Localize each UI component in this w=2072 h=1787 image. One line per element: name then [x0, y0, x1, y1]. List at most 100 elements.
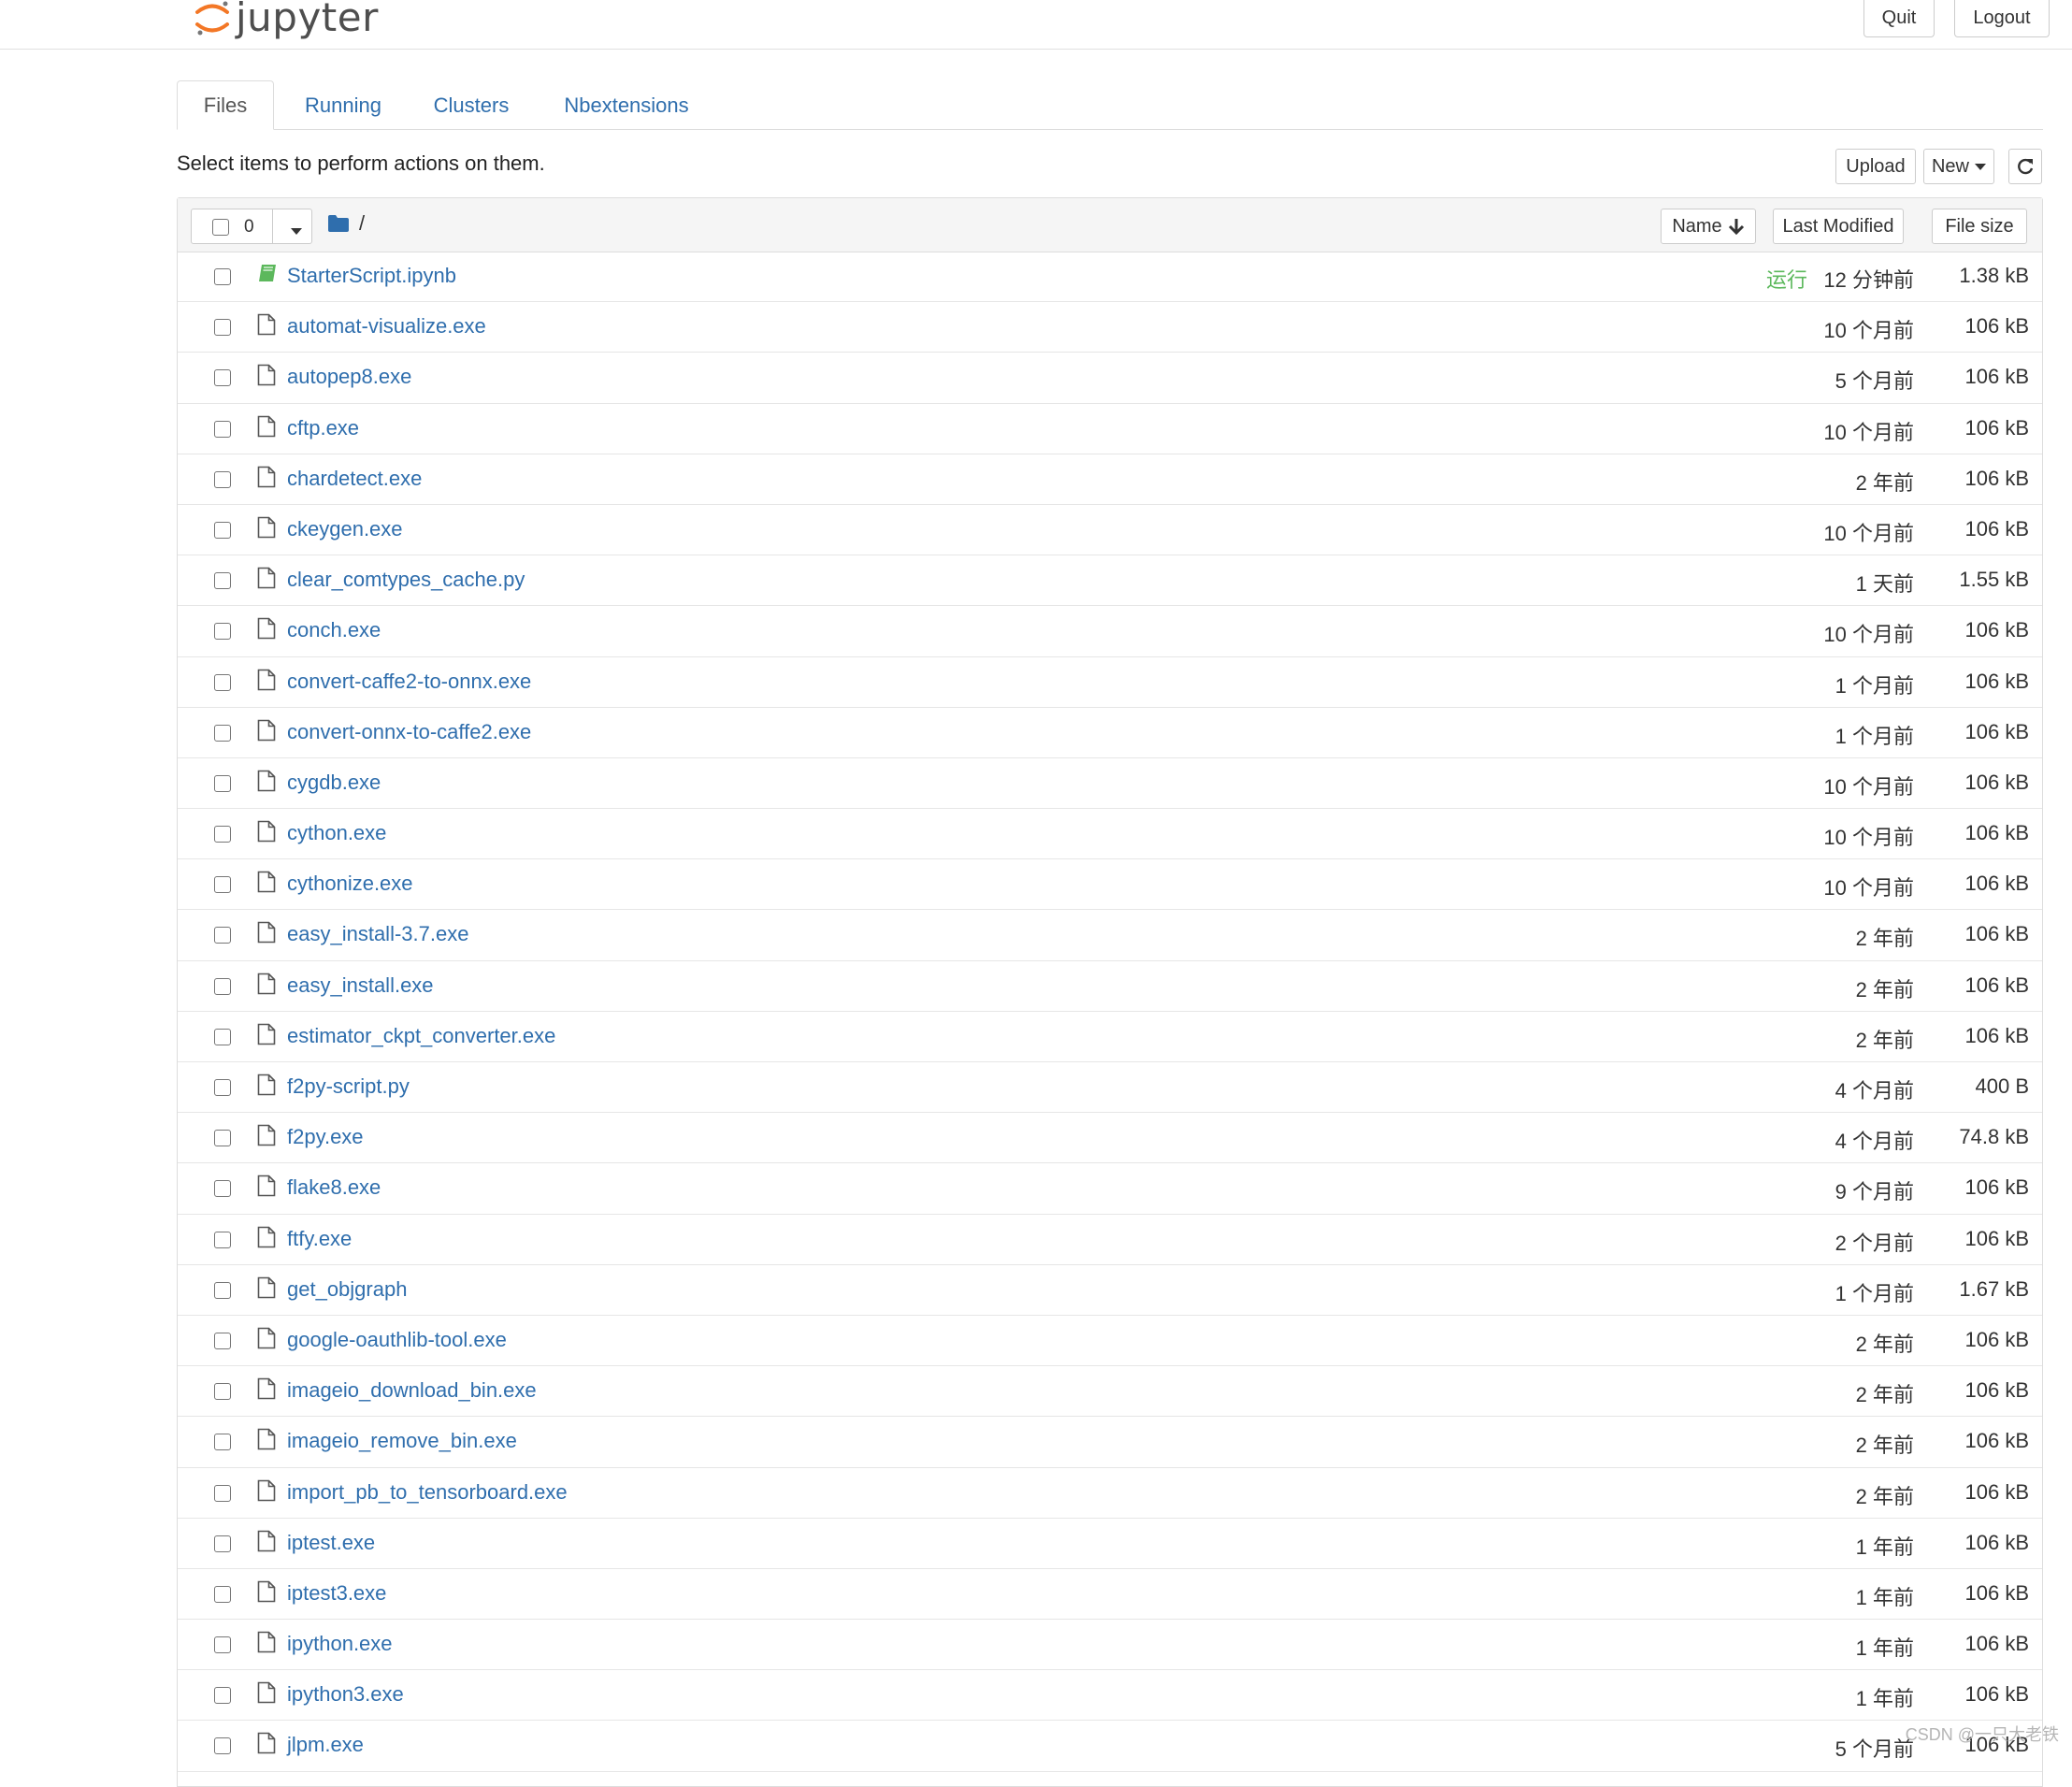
row-checkbox[interactable] [214, 1535, 231, 1552]
row-checkbox[interactable] [214, 1636, 231, 1654]
file-name-link[interactable]: ipython.exe [287, 1632, 393, 1656]
list-item[interactable]: cygdb.exe 10 个月前 106 kB [178, 758, 2042, 810]
file-name-link[interactable]: estimator_ckpt_converter.exe [287, 1024, 555, 1048]
tab-nbextensions[interactable]: Nbextensions [545, 80, 708, 130]
select-menu-toggle[interactable] [285, 223, 302, 239]
file-name-link[interactable]: get_objgraph [287, 1277, 407, 1302]
file-name-link[interactable]: jlpm.exe [287, 1733, 364, 1757]
file-name-link[interactable]: imageio_download_bin.exe [287, 1378, 537, 1403]
new-dropdown-button[interactable]: New [1923, 149, 1994, 184]
list-item[interactable]: estimator_ckpt_converter.exe 2 年前 106 kB [178, 1012, 2042, 1062]
row-checkbox[interactable] [214, 1687, 231, 1705]
row-checkbox[interactable] [214, 1130, 231, 1147]
list-item[interactable]: ipython3.exe 1 年前 106 kB [178, 1670, 2042, 1722]
list-item[interactable]: imageio_download_bin.exe 2 年前 106 kB [178, 1366, 2042, 1418]
logout-button[interactable]: Logout [1954, 0, 2050, 37]
list-item[interactable]: autopep8.exe 5 个月前 106 kB [178, 353, 2042, 404]
row-checkbox[interactable] [214, 470, 231, 488]
list-item[interactable]: cython.exe 10 个月前 106 kB [178, 809, 2042, 860]
list-item[interactable]: imageio_remove_bin.exe 2 年前 106 kB [178, 1417, 2042, 1468]
file-name-link[interactable]: convert-onnx-to-caffe2.exe [287, 720, 531, 744]
file-name-link[interactable]: flake8.exe [287, 1175, 381, 1200]
row-checkbox[interactable] [214, 1434, 231, 1451]
quit-button[interactable]: Quit [1863, 0, 1935, 37]
list-item[interactable]: ckeygen.exe 10 个月前 106 kB [178, 505, 2042, 556]
row-checkbox[interactable] [214, 673, 231, 691]
list-item[interactable]: ftfy.exe 2 个月前 106 kB [178, 1215, 2042, 1265]
row-checkbox[interactable] [214, 826, 231, 843]
file-name-link[interactable]: cftp.exe [287, 416, 359, 440]
list-item[interactable]: iptest.exe 1 年前 106 kB [178, 1519, 2042, 1569]
row-checkbox[interactable] [214, 774, 231, 792]
row-checkbox[interactable] [214, 1028, 231, 1045]
row-checkbox[interactable] [214, 1737, 231, 1755]
row-checkbox[interactable] [214, 927, 231, 944]
file-name-link[interactable]: cythonize.exe [287, 872, 413, 896]
jupyter-logo[interactable]: jupyter [194, 0, 379, 45]
tab-files[interactable]: Files [177, 80, 274, 130]
sort-by-modified-button[interactable]: Last Modified [1773, 209, 1904, 244]
file-name-link[interactable]: easy_install.exe [287, 973, 434, 998]
file-name-link[interactable]: clear_comtypes_cache.py [287, 568, 525, 592]
select-all-checkbox[interactable] [212, 219, 229, 236]
tab-clusters[interactable]: Clusters [412, 80, 530, 130]
row-checkbox[interactable] [214, 369, 231, 387]
row-checkbox[interactable] [214, 1484, 231, 1502]
list-item[interactable]: f2py-script.py 4 个月前 400 B [178, 1062, 2042, 1114]
list-item[interactable]: get_objgraph 1 个月前 1.67 kB [178, 1265, 2042, 1316]
row-checkbox[interactable] [214, 1079, 231, 1096]
file-name-link[interactable]: StarterScript.ipynb [287, 264, 456, 288]
list-item[interactable]: easy_install.exe 2 年前 106 kB [178, 961, 2042, 1012]
list-item[interactable]: ipython.exe 1 年前 106 kB [178, 1620, 2042, 1671]
file-name-link[interactable]: import_pb_to_tensorboard.exe [287, 1480, 568, 1505]
file-name-link[interactable]: automat-visualize.exe [287, 314, 486, 339]
file-name-link[interactable]: cython.exe [287, 821, 386, 845]
list-item[interactable]: cythonize.exe 10 个月前 106 kB [178, 859, 2042, 911]
row-checkbox[interactable] [214, 623, 231, 641]
list-item[interactable]: google-oauthlib-tool.exe 2 年前 106 kB [178, 1316, 2042, 1367]
file-name-link[interactable]: convert-caffe2-to-onnx.exe [287, 670, 531, 694]
row-checkbox[interactable] [214, 724, 231, 742]
file-name-link[interactable]: easy_install-3.7.exe [287, 922, 468, 946]
row-checkbox[interactable] [214, 268, 231, 285]
row-checkbox[interactable] [214, 876, 231, 894]
list-item[interactable]: f2py.exe 4 个月前 74.8 kB [178, 1113, 2042, 1164]
list-item[interactable]: convert-caffe2-to-onnx.exe 1 个月前 106 kB [178, 657, 2042, 708]
sort-by-size-button[interactable]: File size [1932, 209, 2027, 244]
row-checkbox[interactable] [214, 521, 231, 539]
upload-button[interactable]: Upload [1835, 149, 1916, 184]
file-name-link[interactable]: autopep8.exe [287, 365, 411, 389]
list-item[interactable]: import_pb_to_tensorboard.exe 2 年前 106 kB [178, 1468, 2042, 1519]
select-all-control[interactable]: 0 [191, 209, 312, 244]
row-checkbox[interactable] [214, 420, 231, 438]
file-name-link[interactable]: iptest.exe [287, 1531, 375, 1555]
list-item[interactable]: cftp.exe 10 个月前 106 kB [178, 404, 2042, 454]
file-name-link[interactable]: ckeygen.exe [287, 517, 403, 541]
row-checkbox[interactable] [214, 572, 231, 590]
breadcrumb[interactable]: / [327, 211, 365, 236]
file-name-link[interactable]: f2py-script.py [287, 1074, 410, 1099]
list-item[interactable]: jlpm.exe 5 个月前 106 kB [178, 1721, 2042, 1772]
tab-running[interactable]: Running [287, 80, 399, 130]
list-item[interactable]: conch.exe 10 个月前 106 kB [178, 606, 2042, 657]
refresh-button[interactable] [2008, 149, 2042, 184]
file-name-link[interactable]: cygdb.exe [287, 771, 381, 795]
row-checkbox[interactable] [214, 1281, 231, 1299]
list-item[interactable]: iptest3.exe 1 年前 106 kB [178, 1569, 2042, 1621]
list-item[interactable]: chardetect.exe 2 年前 106 kB [178, 454, 2042, 505]
file-name-link[interactable]: imageio_remove_bin.exe [287, 1429, 517, 1453]
row-checkbox[interactable] [214, 1585, 231, 1603]
row-checkbox[interactable] [214, 1231, 231, 1248]
list-item[interactable]: convert-onnx-to-caffe2.exe 1 个月前 106 kB [178, 708, 2042, 758]
row-checkbox[interactable] [214, 977, 231, 995]
list-item[interactable]: StarterScript.ipynb 运行 12 分钟前 1.38 kB [178, 252, 2042, 303]
row-checkbox[interactable] [214, 1383, 231, 1401]
file-name-link[interactable]: google-oauthlib-tool.exe [287, 1328, 507, 1352]
file-name-link[interactable]: ftfy.exe [287, 1227, 352, 1251]
list-item[interactable]: clear_comtypes_cache.py 1 天前 1.55 kB [178, 555, 2042, 607]
sort-by-name-button[interactable]: Name [1661, 209, 1756, 244]
list-item[interactable]: flake8.exe 9 个月前 106 kB [178, 1163, 2042, 1215]
breadcrumb-root[interactable]: / [359, 211, 365, 236]
file-name-link[interactable]: f2py.exe [287, 1125, 364, 1149]
list-item[interactable]: easy_install-3.7.exe 2 年前 106 kB [178, 910, 2042, 961]
